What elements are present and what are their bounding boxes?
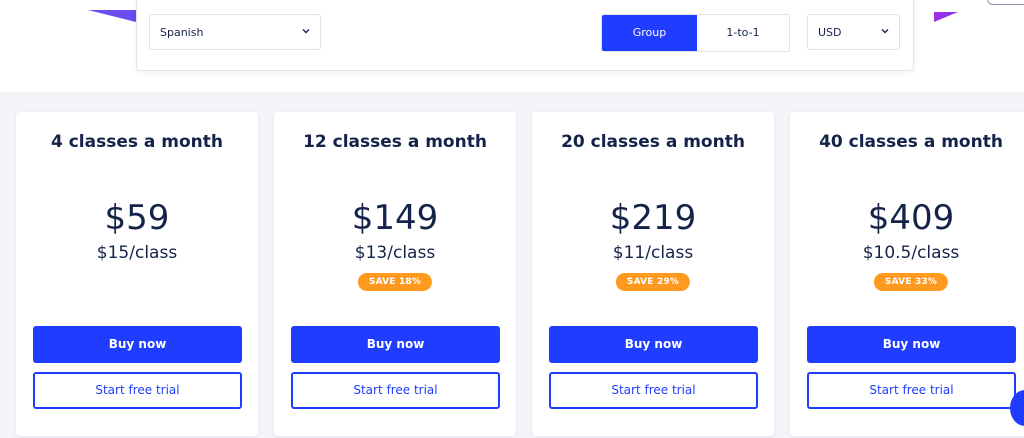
plan-price: $59 — [104, 198, 170, 238]
language-select[interactable]: Spanish — [149, 14, 321, 50]
plan-title: 40 classes a month — [819, 132, 1003, 152]
buy-now-button[interactable]: Buy now — [807, 326, 1016, 363]
tab-group-classes[interactable]: Group classes — [602, 15, 697, 51]
plan-per-class-price: $10.5/class — [862, 243, 960, 263]
buy-now-button[interactable]: Buy now — [33, 326, 242, 363]
save-badge: SAVE 33% — [873, 273, 949, 291]
chevron-down-icon — [302, 29, 310, 34]
plan-title: 20 classes a month — [561, 132, 745, 152]
plan-per-class-price: $15/class — [96, 243, 178, 263]
plan-price: $219 — [609, 198, 697, 238]
save-badge: SAVE 18% — [357, 273, 433, 291]
plan-card-20: 20 classes a month $219 $11/class SAVE 2… — [532, 112, 774, 436]
top-right-button-fragment[interactable] — [987, 0, 1024, 5]
currency-select[interactable]: USD — [807, 14, 900, 50]
tab-1-to-1-classes[interactable]: 1-to-1 classes — [697, 15, 789, 51]
buy-now-button[interactable]: Buy now — [549, 326, 758, 363]
save-badge: SAVE 29% — [615, 273, 691, 291]
class-type-toggle: Group classes 1-to-1 classes — [601, 14, 790, 52]
plan-card-12: 12 classes a month $149 $13/class SAVE 1… — [274, 112, 516, 436]
plan-per-class-price: $11/class — [612, 243, 694, 263]
buy-now-button[interactable]: Buy now — [291, 326, 500, 363]
plan-title: 12 classes a month — [303, 132, 487, 152]
plan-card-4: 4 classes a month $59 $15/class Buy now … — [16, 112, 258, 436]
start-free-trial-button[interactable]: Start free trial — [807, 372, 1016, 409]
start-free-trial-button[interactable]: Start free trial — [33, 372, 242, 409]
plan-card-40: 40 classes a month $409 $10.5/class SAVE… — [790, 112, 1024, 436]
language-select-value: Spanish — [160, 26, 204, 39]
plan-price: $409 — [867, 198, 955, 238]
start-free-trial-button[interactable]: Start free trial — [291, 372, 500, 409]
plan-price: $149 — [351, 198, 439, 238]
decorative-wedge-left — [88, 10, 136, 22]
start-free-trial-button[interactable]: Start free trial — [549, 372, 758, 409]
filter-bar: Spanish Group classes 1-to-1 classes USD — [136, 0, 914, 71]
plan-title: 4 classes a month — [50, 132, 224, 152]
chevron-down-icon — [881, 29, 889, 34]
currency-select-value: USD — [818, 26, 842, 39]
plan-per-class-price: $13/class — [354, 243, 436, 263]
